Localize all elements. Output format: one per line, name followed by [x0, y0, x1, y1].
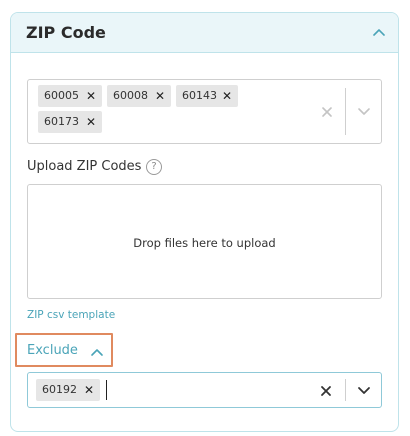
close-icon[interactable]: ✕ — [86, 85, 96, 107]
exclude-toggle[interactable]: Exclude — [15, 333, 113, 367]
zip-tag-label: 60008 — [113, 89, 148, 102]
zip-tag-label: 60173 — [44, 115, 79, 128]
upload-zip-codes-label: Upload ZIP Codes — [27, 159, 142, 174]
zip-tag-label: 60005 — [44, 89, 79, 102]
exclude-tag-label: 60192 — [42, 383, 77, 396]
exclude-tag: 60192 ✕ — [36, 379, 100, 401]
chevron-down-icon[interactable] — [356, 382, 372, 398]
panel-title: ZIP Code — [26, 23, 106, 42]
zip-csv-template-link[interactable]: ZIP csv template — [27, 308, 115, 322]
close-icon[interactable]: ✕ — [222, 85, 232, 107]
select-separator — [345, 379, 346, 401]
clear-icon[interactable] — [319, 383, 333, 397]
exclude-label: Exclude — [27, 343, 78, 358]
chevron-up-icon[interactable] — [370, 24, 388, 42]
zip-tag: 60143 ✕ — [176, 85, 238, 107]
question-circle-icon[interactable]: ? — [146, 159, 162, 175]
zip-code-panel: ZIP Code 60005 ✕ 60008 ✕ 60143 ✕ 60173 ✕ — [10, 12, 399, 432]
file-dropzone[interactable]: Drop files here to upload — [27, 184, 382, 299]
chevron-up-icon — [89, 344, 105, 358]
panel-header[interactable]: ZIP Code — [11, 13, 398, 53]
select-separator — [345, 88, 346, 135]
close-icon[interactable]: ✕ — [155, 85, 165, 107]
zip-tag-label: 60143 — [182, 89, 217, 102]
text-caret — [106, 380, 107, 400]
zip-tag: 60005 ✕ — [38, 85, 102, 107]
exclude-zip-select[interactable]: 60192 ✕ — [27, 372, 382, 408]
zip-code-select[interactable]: 60005 ✕ 60008 ✕ 60143 ✕ 60173 ✕ — [27, 79, 382, 144]
close-icon[interactable]: ✕ — [86, 111, 96, 133]
close-icon[interactable]: ✕ — [84, 379, 94, 401]
chevron-down-icon[interactable] — [356, 103, 372, 119]
zip-tag: 60173 ✕ — [38, 111, 102, 133]
clear-icon[interactable] — [320, 104, 334, 118]
dropzone-text: Drop files here to upload — [133, 236, 276, 250]
zip-tag: 60008 ✕ — [107, 85, 171, 107]
